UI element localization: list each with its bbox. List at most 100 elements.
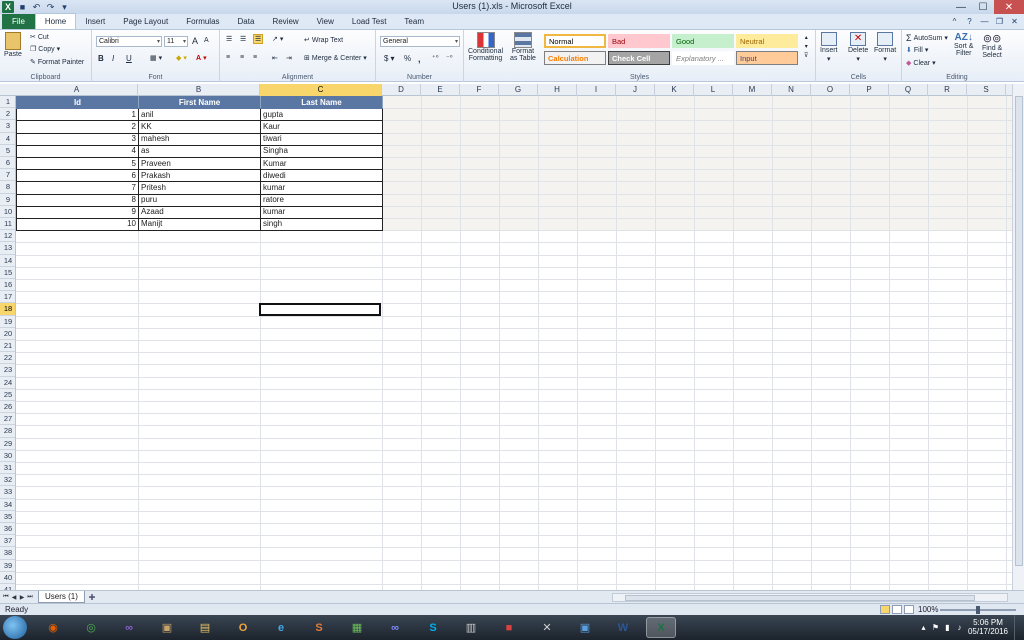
column-header-q[interactable]: Q [889, 84, 928, 96]
align-bottom-button[interactable]: ☰ [253, 34, 264, 44]
row-header-20[interactable]: 20 [0, 328, 15, 340]
row-header-24[interactable]: 24 [0, 377, 15, 389]
tab-formulas[interactable]: Formulas [177, 14, 228, 29]
taskbar-infinity-app-icon[interactable]: ∞ [380, 617, 410, 638]
table-cell[interactable]: Singha [260, 144, 383, 158]
next-sheet-icon[interactable]: ▶ [18, 592, 26, 602]
save-icon[interactable]: ■ [17, 2, 28, 13]
close-button[interactable]: ✕ [994, 0, 1024, 14]
tab-view[interactable]: View [308, 14, 343, 29]
clear-button[interactable]: ◆ Clear ▾ [906, 59, 936, 68]
taskbar-file-explorer-icon[interactable]: ▤ [190, 617, 220, 638]
table-cell[interactable]: Manijt [138, 217, 261, 232]
row-header-38[interactable]: 38 [0, 547, 15, 560]
format-cells-button[interactable]: Format ▾ [874, 32, 896, 63]
row-header-34[interactable]: 34 [0, 499, 15, 511]
cell-style-bad[interactable]: Bad [608, 34, 670, 48]
align-middle-button[interactable]: ☰ [240, 35, 246, 43]
taskbar-photo-viewer-icon[interactable]: ▣ [152, 617, 182, 638]
taskbar-tools-icon[interactable]: ✕ [532, 617, 562, 638]
column-header-i[interactable]: I [577, 84, 616, 96]
prev-sheet-icon[interactable]: ◀ [10, 592, 18, 602]
font-color-button[interactable]: A ▾ [196, 54, 207, 63]
insert-sheet-icon[interactable]: ✚ [86, 592, 98, 602]
taskbar-internet-explorer-icon[interactable]: e [266, 617, 296, 638]
row-header-2[interactable]: 2 [0, 108, 15, 121]
row-header-14[interactable]: 14 [0, 255, 15, 267]
column-header-g[interactable]: G [499, 84, 538, 96]
row-header-1[interactable]: 1 [0, 96, 15, 109]
flag-icon[interactable]: ⚑ [931, 623, 940, 632]
row-header-15[interactable]: 15 [0, 267, 15, 279]
increase-indent-button[interactable]: ⇥ [286, 54, 292, 62]
row-header-6[interactable]: 6 [0, 157, 15, 170]
workbook-minimize-icon[interactable]: — [979, 16, 990, 27]
row-header-21[interactable]: 21 [0, 340, 15, 353]
undo-icon[interactable]: ↶ [31, 2, 42, 13]
fill-color-button[interactable]: ◆ ▾ [176, 54, 187, 62]
row-header-10[interactable]: 10 [0, 206, 15, 218]
tab-page-layout[interactable]: Page Layout [114, 14, 177, 29]
row-header-16[interactable]: 16 [0, 279, 15, 292]
vertical-scrollbar[interactable] [1012, 84, 1024, 590]
last-sheet-icon[interactable]: ⏭ [26, 592, 34, 602]
table-cell[interactable]: 10 [16, 217, 139, 232]
merge-center-button[interactable]: ⊞ Merge & Center ▾ [304, 54, 367, 63]
row-header-23[interactable]: 23 [0, 364, 15, 377]
page-layout-view-button[interactable] [892, 605, 902, 614]
table-cell[interactable]: 3 [16, 132, 139, 146]
table-cell[interactable]: gupta [260, 108, 383, 122]
taskbar-remote-desktop-icon[interactable]: ▣ [570, 617, 600, 638]
row-header-9[interactable]: 9 [0, 194, 15, 206]
workbook-restore-icon[interactable]: ❐ [994, 16, 1005, 27]
taskbar-outlook-icon[interactable]: O [228, 617, 258, 638]
row-header-30[interactable]: 30 [0, 450, 15, 462]
autosum-button[interactable]: Σ AutoSum ▾ [906, 33, 948, 43]
table-cell[interactable]: 5 [16, 156, 139, 171]
decrease-decimal-button[interactable]: ⁻⁰ [446, 54, 453, 62]
row-header-13[interactable]: 13 [0, 242, 15, 255]
decrease-indent-button[interactable]: ⇤ [272, 54, 278, 62]
cell-style-neutral[interactable]: Neutral [736, 34, 798, 48]
table-cell[interactable]: kumar [260, 181, 383, 195]
table-cell[interactable]: 8 [16, 193, 139, 207]
clock[interactable]: 5:06 PM 05/17/2016 [968, 618, 1008, 636]
table-cell[interactable]: 9 [16, 205, 139, 219]
taskbar-process-monitor-icon[interactable]: ▦ [342, 617, 372, 638]
normal-view-button[interactable] [880, 605, 890, 614]
underline-button[interactable]: U [126, 54, 132, 63]
table-cell[interactable]: Praveen [138, 156, 261, 171]
taskbar-skype-icon[interactable]: S [418, 617, 448, 638]
row-header-29[interactable]: 29 [0, 438, 15, 450]
font-name-select[interactable]: Calibri ▾ [96, 36, 162, 47]
column-header-r[interactable]: R [928, 84, 967, 96]
format-painter-button[interactable]: ✎ Format Painter [30, 58, 84, 67]
row-header-11[interactable]: 11 [0, 218, 15, 231]
sort-filter-button[interactable]: AZ↓ Sort & Filter [954, 32, 973, 57]
row-header-36[interactable]: 36 [0, 523, 15, 536]
column-header-p[interactable]: P [850, 84, 889, 96]
row-header-25[interactable]: 25 [0, 389, 15, 401]
taskbar-sublime-icon[interactable]: S [304, 617, 334, 638]
insert-cells-button[interactable]: Insert ▾ [820, 32, 838, 63]
row-header-19[interactable]: 19 [0, 316, 15, 328]
table-cell[interactable]: tiwari [260, 132, 383, 146]
row-header-7[interactable]: 7 [0, 169, 15, 182]
fill-button[interactable]: ⬇ Fill ▾ [906, 46, 928, 55]
column-header-j[interactable]: J [616, 84, 655, 96]
column-header-e[interactable]: E [421, 84, 460, 96]
taskbar-toolbox-icon[interactable]: ■ [494, 617, 524, 638]
comma-button[interactable]: , [418, 54, 421, 64]
tab-data[interactable]: Data [229, 14, 264, 29]
row-header-35[interactable]: 35 [0, 511, 15, 523]
table-cell[interactable]: 6 [16, 169, 139, 183]
table-cell[interactable]: Kumar [260, 156, 383, 171]
find-select-button[interactable]: ⊚⊚ Find & Select [982, 32, 1002, 59]
sheet-tab-users[interactable]: Users (1) [38, 591, 85, 603]
cell-style-calculation[interactable]: Calculation [544, 51, 606, 65]
table-cell[interactable]: kumar [260, 205, 383, 219]
redo-icon[interactable]: ↷ [45, 2, 56, 13]
taskbar-firefox-icon[interactable]: ◉ [38, 617, 68, 638]
font-size-select[interactable]: 11 ▾ [164, 36, 188, 47]
orientation-button[interactable]: ↗ ▾ [272, 35, 283, 43]
